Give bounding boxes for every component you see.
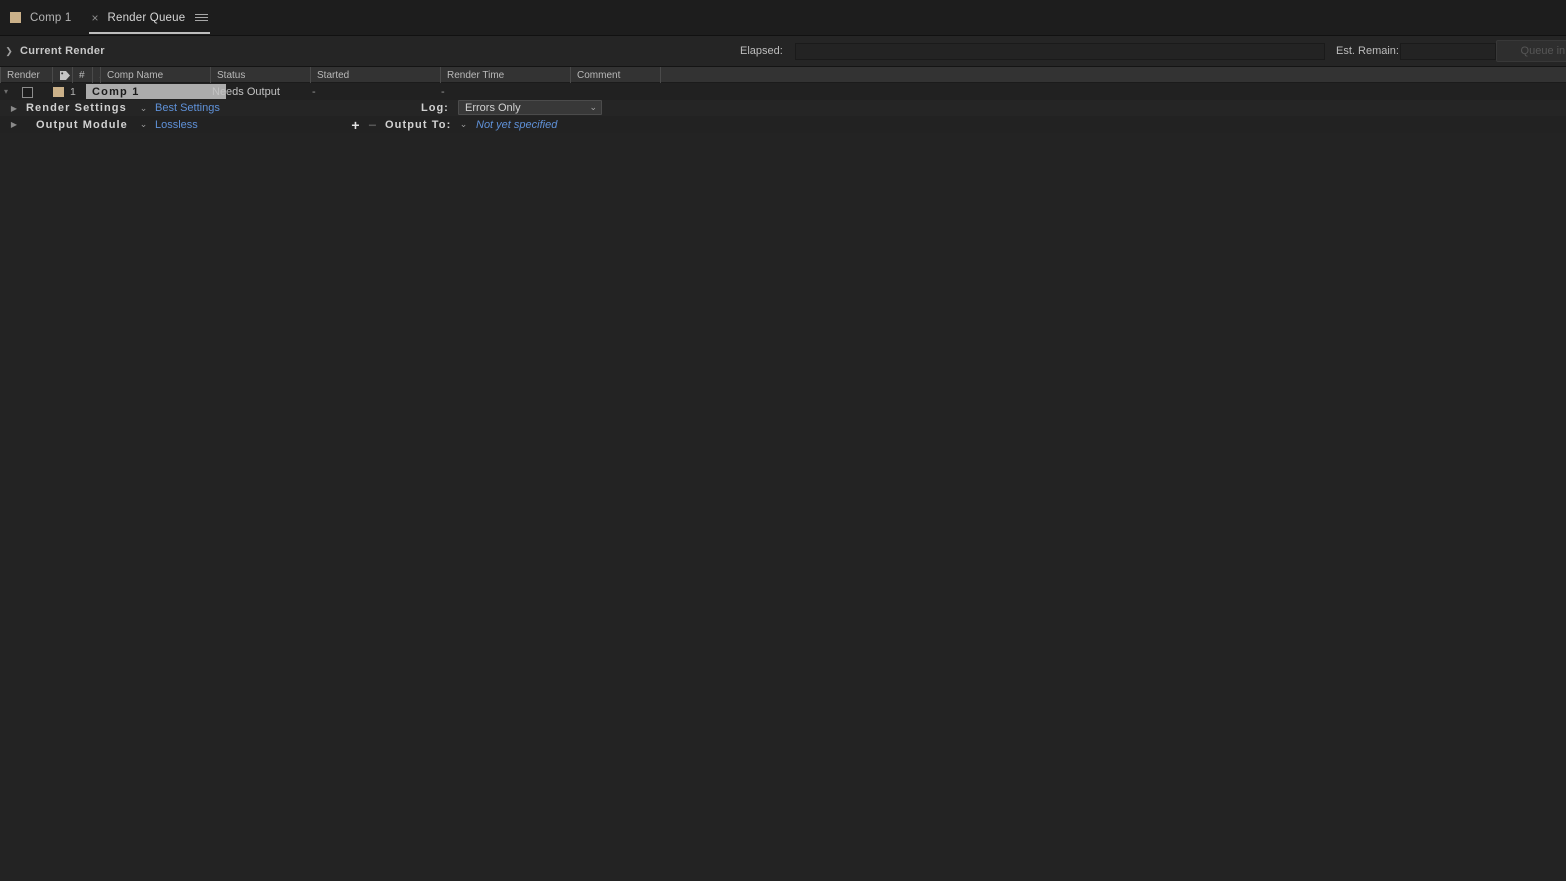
output-module-row: ▶ Output Module ⌄ Lossless + − Output To… xyxy=(0,116,1566,133)
render-settings-label: Render Settings xyxy=(26,102,127,114)
log-dropdown-value: Errors Only xyxy=(465,101,521,114)
render-settings-row: ▶ Render Settings ⌄ Best Settings Log: E… xyxy=(0,100,1566,116)
tab-render-queue-label: Render Queue xyxy=(107,11,186,24)
output-module-twirl-icon[interactable]: ▶ xyxy=(8,116,20,133)
remove-output-module-button[interactable]: − xyxy=(366,116,379,133)
elapsed-value xyxy=(795,42,1325,60)
log-dropdown[interactable]: Errors Only ⌄ xyxy=(458,100,602,115)
current-render-twirl-icon[interactable]: ❯ xyxy=(2,46,16,56)
render-settings-preset[interactable]: Best Settings xyxy=(155,100,220,116)
tab-active-underline xyxy=(89,31,211,34)
output-module-label: Output Module xyxy=(36,118,128,131)
table-row[interactable]: ▾ 1 Comp 1 Needs Output - - xyxy=(0,83,1566,100)
close-icon[interactable]: × xyxy=(91,12,98,24)
output-module-preset[interactable]: Lossless xyxy=(155,116,198,133)
render-settings-chevron-down-icon[interactable]: ⌄ xyxy=(137,100,150,116)
queue-item-color-swatch[interactable] xyxy=(53,87,64,97)
tab-comp-1-label: Comp 1 xyxy=(30,11,72,24)
queue-item-comp-name[interactable]: Comp 1 xyxy=(86,84,226,99)
queue-empty-area xyxy=(0,133,1566,813)
column-header-dot[interactable]: . xyxy=(92,67,100,83)
render-queue-panel: ❯ Current Render Elapsed: Est. Remain: Q… xyxy=(0,36,1566,881)
output-to-label: Output To: xyxy=(385,118,452,131)
tab-comp-1[interactable]: Comp 1 xyxy=(0,0,81,36)
column-header-index[interactable]: # xyxy=(72,67,92,83)
current-render-bar: ❯ Current Render Elapsed: Est. Remain: Q… xyxy=(0,36,1566,67)
est-remain-label: Est. Remain: xyxy=(1336,45,1399,57)
panel-tab-bar: Comp 1 × Render Queue xyxy=(0,0,1566,36)
column-header-render-time[interactable]: Render Time xyxy=(440,67,570,83)
queue-item-render-time: - xyxy=(441,85,445,98)
column-header-comment[interactable]: Comment xyxy=(570,67,660,83)
output-to-value[interactable]: Not yet specified xyxy=(476,116,557,133)
column-header-started[interactable]: Started xyxy=(310,67,440,83)
tag-icon xyxy=(60,70,70,80)
output-to-chevron-down-icon[interactable]: ⌄ xyxy=(457,116,470,133)
tab-render-queue[interactable]: × Render Queue xyxy=(81,0,218,36)
est-remain-value xyxy=(1400,42,1496,60)
output-module-chevron-down-icon[interactable]: ⌄ xyxy=(137,116,150,133)
queue-item-started: - xyxy=(312,85,316,98)
log-label: Log: xyxy=(421,102,449,114)
queue-item-status: Needs Output xyxy=(212,85,280,98)
column-header-tag[interactable] xyxy=(52,67,72,83)
add-output-module-button[interactable]: + xyxy=(349,116,362,133)
render-checkbox[interactable] xyxy=(22,87,33,98)
column-header-render[interactable]: Render xyxy=(0,67,52,83)
queue-column-headers: Render # . Comp Name Status Started Rend… xyxy=(0,67,1566,83)
column-header-spacer xyxy=(660,67,1566,83)
column-header-status[interactable]: Status xyxy=(210,67,310,83)
comp-swatch-icon xyxy=(10,12,21,23)
column-header-comp-name[interactable]: Comp Name xyxy=(100,67,210,83)
current-render-label: Current Render xyxy=(20,45,105,57)
chevron-down-icon: ⌄ xyxy=(589,102,597,112)
elapsed-label: Elapsed: xyxy=(740,45,783,57)
queue-in-ame-button[interactable]: Queue in AME xyxy=(1496,40,1566,62)
render-settings-twirl-icon[interactable]: ▶ xyxy=(8,100,20,116)
queue-item-twirl-icon[interactable]: ▾ xyxy=(0,83,12,100)
panel-menu-icon[interactable] xyxy=(195,14,209,21)
